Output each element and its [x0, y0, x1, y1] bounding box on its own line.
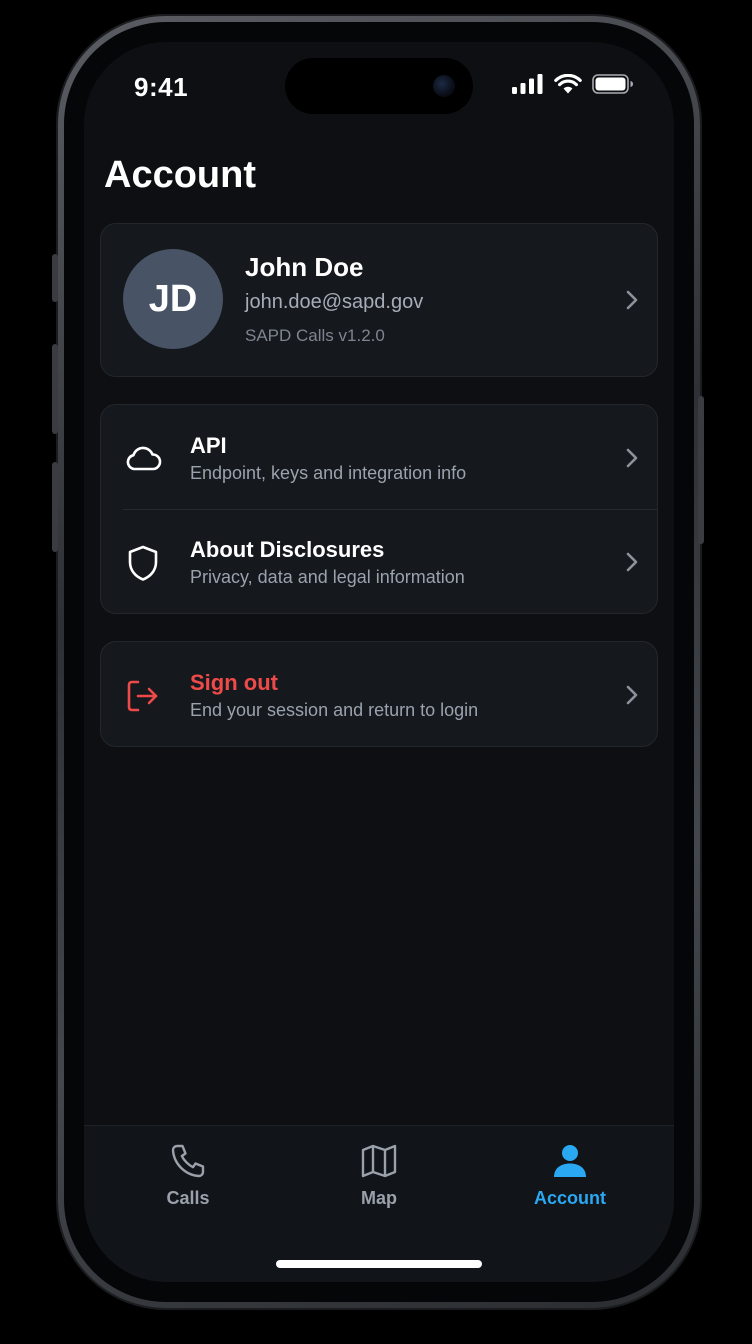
profile-email: john.doe@sapd.gov: [245, 291, 424, 313]
menu-item-sign-out[interactable]: Sign out End your session and return to …: [101, 642, 657, 746]
menu-item-subtitle: Endpoint, keys and integration info: [190, 463, 467, 483]
menu-item-title: API: [190, 433, 227, 458]
settings-menu-card: API Endpoint, keys and integration info …: [100, 404, 658, 614]
tab-label: Calls: [166, 1188, 210, 1208]
sign-out-button[interactable]: Sign out End your session and return to …: [100, 641, 658, 747]
dynamic-island: [285, 58, 473, 114]
app-version: SAPD Calls v1.2.0: [245, 326, 385, 345]
app-screen: 9:41 Account JD John Doe john.doe@sapd.g…: [84, 42, 674, 1282]
phone-icon: [171, 1144, 205, 1178]
volume-up-button: [52, 344, 58, 434]
tab-label: Map: [361, 1188, 397, 1208]
wifi-icon: [554, 74, 582, 94]
cloud-icon: [126, 446, 162, 471]
menu-item-subtitle: Privacy, data and legal information: [190, 567, 465, 587]
sign-out-subtitle: End your session and return to login: [190, 700, 479, 720]
status-time: 9:41: [134, 72, 189, 102]
battery-icon: [592, 74, 633, 94]
tab-map[interactable]: Map: [319, 1142, 439, 1209]
home-indicator: [276, 1260, 482, 1268]
menu-item-title: About Disclosures: [190, 537, 385, 562]
profile-card[interactable]: JD John Doe john.doe@sapd.gov SAPD Calls…: [100, 223, 658, 377]
chevron-right-icon: [626, 448, 638, 468]
power-button: [698, 396, 704, 544]
menu-item-api[interactable]: API Endpoint, keys and integration info: [101, 405, 657, 510]
action-button: [52, 254, 58, 302]
avatar: JD: [123, 249, 223, 349]
tab-calls[interactable]: Calls: [128, 1142, 248, 1209]
camera-icon: [433, 75, 455, 97]
chevron-right-icon: [626, 685, 638, 705]
volume-down-button: [52, 462, 58, 552]
chevron-right-icon: [626, 552, 638, 572]
avatar-initials: JD: [148, 277, 198, 320]
sign-out-title: Sign out: [190, 670, 278, 695]
menu-item-about-disclosures[interactable]: About Disclosures Privacy, data and lega…: [101, 509, 657, 613]
shield-icon: [128, 545, 158, 581]
map-icon: [361, 1144, 397, 1178]
tab-account[interactable]: Account: [510, 1142, 630, 1209]
tab-label: Account: [534, 1188, 606, 1208]
tab-bar: Calls Map Account: [84, 1125, 674, 1282]
status-icons: [512, 74, 634, 94]
profile-name: John Doe: [245, 252, 364, 282]
cellular-signal-icon: [512, 74, 543, 94]
user-icon: [554, 1145, 586, 1177]
page-title: Account: [104, 154, 256, 196]
chevron-right-icon: [626, 290, 638, 310]
logout-icon: [127, 680, 158, 712]
